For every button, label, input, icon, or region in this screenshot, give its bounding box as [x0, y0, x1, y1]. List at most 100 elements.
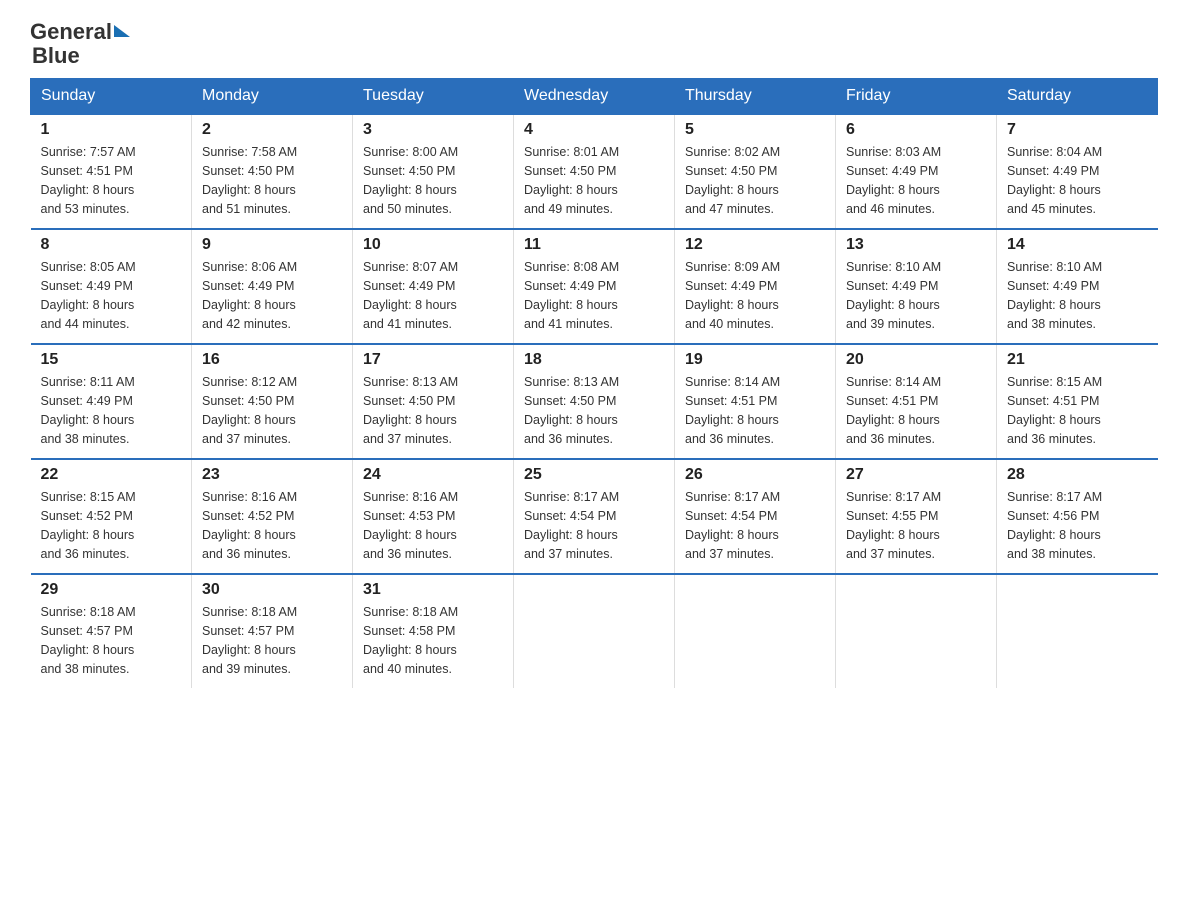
header-saturday: Saturday [997, 79, 1158, 115]
calendar-cell [836, 574, 997, 688]
calendar-cell: 3 Sunrise: 8:00 AM Sunset: 4:50 PM Dayli… [353, 114, 514, 229]
calendar-cell: 1 Sunrise: 7:57 AM Sunset: 4:51 PM Dayli… [31, 114, 192, 229]
day-info: Sunrise: 8:18 AM Sunset: 4:57 PM Dayligh… [41, 603, 182, 678]
header-friday: Friday [836, 79, 997, 115]
day-number: 15 [41, 351, 182, 369]
calendar-cell: 16 Sunrise: 8:12 AM Sunset: 4:50 PM Dayl… [192, 344, 353, 459]
header-thursday: Thursday [675, 79, 836, 115]
day-number: 9 [202, 236, 342, 254]
day-number: 23 [202, 466, 342, 484]
day-info: Sunrise: 8:00 AM Sunset: 4:50 PM Dayligh… [363, 143, 503, 218]
calendar-cell: 2 Sunrise: 7:58 AM Sunset: 4:50 PM Dayli… [192, 114, 353, 229]
day-info: Sunrise: 8:15 AM Sunset: 4:52 PM Dayligh… [41, 488, 182, 563]
calendar-week-row: 22 Sunrise: 8:15 AM Sunset: 4:52 PM Dayl… [31, 459, 1158, 574]
day-number: 27 [846, 466, 986, 484]
logo: General Blue [30, 20, 130, 68]
day-number: 20 [846, 351, 986, 369]
day-number: 11 [524, 236, 664, 254]
calendar-cell [675, 574, 836, 688]
day-info: Sunrise: 8:12 AM Sunset: 4:50 PM Dayligh… [202, 373, 342, 448]
day-info: Sunrise: 8:14 AM Sunset: 4:51 PM Dayligh… [685, 373, 825, 448]
day-number: 1 [41, 121, 182, 139]
calendar-cell: 14 Sunrise: 8:10 AM Sunset: 4:49 PM Dayl… [997, 229, 1158, 344]
calendar-cell: 15 Sunrise: 8:11 AM Sunset: 4:49 PM Dayl… [31, 344, 192, 459]
day-info: Sunrise: 8:17 AM Sunset: 4:56 PM Dayligh… [1007, 488, 1148, 563]
day-number: 5 [685, 121, 825, 139]
header-sunday: Sunday [31, 79, 192, 115]
calendar-cell: 29 Sunrise: 8:18 AM Sunset: 4:57 PM Dayl… [31, 574, 192, 688]
day-number: 30 [202, 581, 342, 599]
calendar-cell: 23 Sunrise: 8:16 AM Sunset: 4:52 PM Dayl… [192, 459, 353, 574]
header-tuesday: Tuesday [353, 79, 514, 115]
day-info: Sunrise: 8:16 AM Sunset: 4:53 PM Dayligh… [363, 488, 503, 563]
calendar-cell: 18 Sunrise: 8:13 AM Sunset: 4:50 PM Dayl… [514, 344, 675, 459]
calendar-cell: 27 Sunrise: 8:17 AM Sunset: 4:55 PM Dayl… [836, 459, 997, 574]
day-info: Sunrise: 8:13 AM Sunset: 4:50 PM Dayligh… [363, 373, 503, 448]
calendar-cell: 12 Sunrise: 8:09 AM Sunset: 4:49 PM Dayl… [675, 229, 836, 344]
day-info: Sunrise: 8:17 AM Sunset: 4:54 PM Dayligh… [685, 488, 825, 563]
day-info: Sunrise: 8:09 AM Sunset: 4:49 PM Dayligh… [685, 258, 825, 333]
day-number: 24 [363, 466, 503, 484]
calendar-cell: 19 Sunrise: 8:14 AM Sunset: 4:51 PM Dayl… [675, 344, 836, 459]
calendar-cell: 28 Sunrise: 8:17 AM Sunset: 4:56 PM Dayl… [997, 459, 1158, 574]
day-info: Sunrise: 8:10 AM Sunset: 4:49 PM Dayligh… [846, 258, 986, 333]
day-info: Sunrise: 7:57 AM Sunset: 4:51 PM Dayligh… [41, 143, 182, 218]
calendar-cell: 26 Sunrise: 8:17 AM Sunset: 4:54 PM Dayl… [675, 459, 836, 574]
logo-triangle-icon [114, 25, 130, 37]
header-wednesday: Wednesday [514, 79, 675, 115]
calendar-cell: 8 Sunrise: 8:05 AM Sunset: 4:49 PM Dayli… [31, 229, 192, 344]
calendar-week-row: 29 Sunrise: 8:18 AM Sunset: 4:57 PM Dayl… [31, 574, 1158, 688]
calendar-cell: 21 Sunrise: 8:15 AM Sunset: 4:51 PM Dayl… [997, 344, 1158, 459]
day-number: 10 [363, 236, 503, 254]
page-header: General Blue [30, 20, 1158, 68]
day-info: Sunrise: 8:06 AM Sunset: 4:49 PM Dayligh… [202, 258, 342, 333]
day-number: 14 [1007, 236, 1148, 254]
day-number: 3 [363, 121, 503, 139]
day-number: 4 [524, 121, 664, 139]
calendar-week-row: 1 Sunrise: 7:57 AM Sunset: 4:51 PM Dayli… [31, 114, 1158, 229]
day-number: 19 [685, 351, 825, 369]
day-number: 18 [524, 351, 664, 369]
calendar-cell: 24 Sunrise: 8:16 AM Sunset: 4:53 PM Dayl… [353, 459, 514, 574]
calendar-week-row: 8 Sunrise: 8:05 AM Sunset: 4:49 PM Dayli… [31, 229, 1158, 344]
day-number: 6 [846, 121, 986, 139]
day-info: Sunrise: 8:03 AM Sunset: 4:49 PM Dayligh… [846, 143, 986, 218]
day-info: Sunrise: 8:15 AM Sunset: 4:51 PM Dayligh… [1007, 373, 1148, 448]
calendar-cell: 5 Sunrise: 8:02 AM Sunset: 4:50 PM Dayli… [675, 114, 836, 229]
day-info: Sunrise: 7:58 AM Sunset: 4:50 PM Dayligh… [202, 143, 342, 218]
day-info: Sunrise: 8:13 AM Sunset: 4:50 PM Dayligh… [524, 373, 664, 448]
calendar-cell: 31 Sunrise: 8:18 AM Sunset: 4:58 PM Dayl… [353, 574, 514, 688]
calendar-cell [997, 574, 1158, 688]
day-number: 29 [41, 581, 182, 599]
day-info: Sunrise: 8:18 AM Sunset: 4:58 PM Dayligh… [363, 603, 503, 678]
day-number: 31 [363, 581, 503, 599]
calendar-cell: 11 Sunrise: 8:08 AM Sunset: 4:49 PM Dayl… [514, 229, 675, 344]
calendar-cell: 20 Sunrise: 8:14 AM Sunset: 4:51 PM Dayl… [836, 344, 997, 459]
day-info: Sunrise: 8:07 AM Sunset: 4:49 PM Dayligh… [363, 258, 503, 333]
day-info: Sunrise: 8:17 AM Sunset: 4:54 PM Dayligh… [524, 488, 664, 563]
day-info: Sunrise: 8:10 AM Sunset: 4:49 PM Dayligh… [1007, 258, 1148, 333]
calendar-header-row: SundayMondayTuesdayWednesdayThursdayFrid… [31, 79, 1158, 115]
calendar-cell: 10 Sunrise: 8:07 AM Sunset: 4:49 PM Dayl… [353, 229, 514, 344]
day-info: Sunrise: 8:11 AM Sunset: 4:49 PM Dayligh… [41, 373, 182, 448]
logo-general: General [30, 20, 112, 44]
calendar-cell: 13 Sunrise: 8:10 AM Sunset: 4:49 PM Dayl… [836, 229, 997, 344]
day-info: Sunrise: 8:01 AM Sunset: 4:50 PM Dayligh… [524, 143, 664, 218]
calendar-week-row: 15 Sunrise: 8:11 AM Sunset: 4:49 PM Dayl… [31, 344, 1158, 459]
day-info: Sunrise: 8:04 AM Sunset: 4:49 PM Dayligh… [1007, 143, 1148, 218]
day-number: 16 [202, 351, 342, 369]
day-info: Sunrise: 8:02 AM Sunset: 4:50 PM Dayligh… [685, 143, 825, 218]
header-monday: Monday [192, 79, 353, 115]
day-info: Sunrise: 8:05 AM Sunset: 4:49 PM Dayligh… [41, 258, 182, 333]
day-number: 2 [202, 121, 342, 139]
day-number: 21 [1007, 351, 1148, 369]
logo-blue: Blue [32, 44, 80, 68]
day-number: 13 [846, 236, 986, 254]
calendar-cell: 30 Sunrise: 8:18 AM Sunset: 4:57 PM Dayl… [192, 574, 353, 688]
day-number: 26 [685, 466, 825, 484]
calendar-table: SundayMondayTuesdayWednesdayThursdayFrid… [30, 78, 1158, 688]
day-number: 25 [524, 466, 664, 484]
calendar-cell: 17 Sunrise: 8:13 AM Sunset: 4:50 PM Dayl… [353, 344, 514, 459]
day-number: 17 [363, 351, 503, 369]
day-number: 12 [685, 236, 825, 254]
